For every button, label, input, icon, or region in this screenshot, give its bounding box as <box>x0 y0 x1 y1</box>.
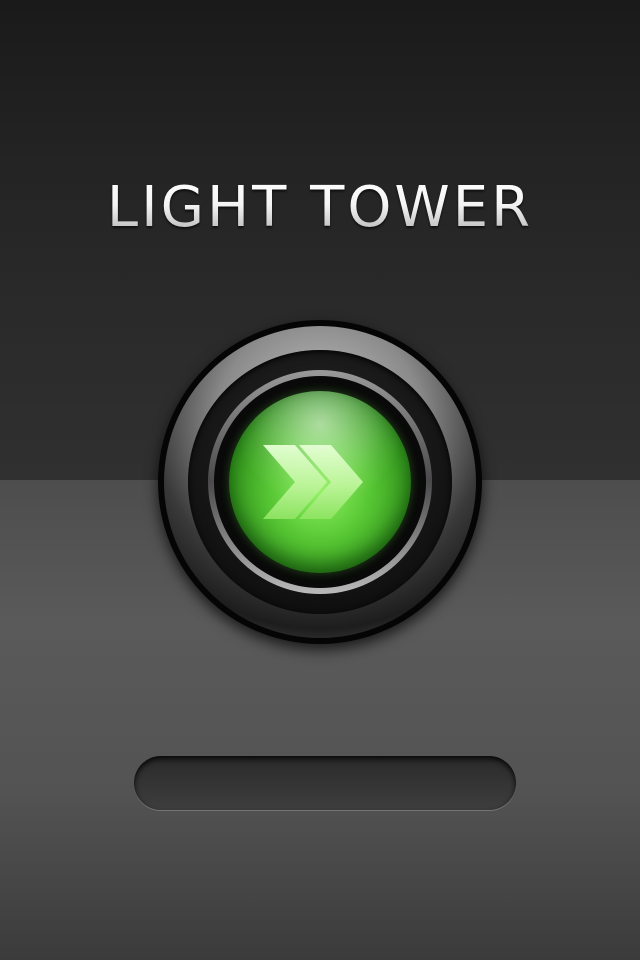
power-button[interactable] <box>158 320 482 644</box>
app-screen: LIGHT TOWER <box>0 0 640 960</box>
app-title: LIGHT TOWER <box>0 176 640 240</box>
double-chevron-right-icon <box>263 445 363 519</box>
status-slot <box>134 756 516 810</box>
